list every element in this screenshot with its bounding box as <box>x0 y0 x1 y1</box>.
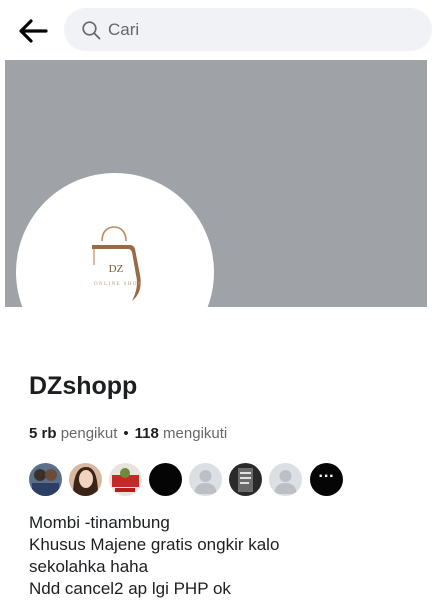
follower-avatar-4[interactable] <box>149 463 182 496</box>
follower-avatar-3[interactable] <box>109 463 142 496</box>
following-count: 118 <box>134 425 159 442</box>
follower-avatar-7[interactable] <box>269 463 302 496</box>
back-button[interactable] <box>16 16 50 46</box>
logo-tagline: ONLINE SHOP <box>93 282 143 287</box>
more-followers-button[interactable]: ··· <box>310 463 343 496</box>
search-input[interactable] <box>108 8 408 51</box>
search-bar[interactable] <box>64 8 432 51</box>
follower-avatar-2[interactable] <box>69 463 102 496</box>
bio-line: Khusus Majene gratis ongkir kalo <box>29 535 280 554</box>
following-link[interactable]: 118 mengikuti <box>135 425 228 442</box>
profile-stats: 5 rb pengikut • 118 mengikuti <box>29 425 227 442</box>
follower-avatar-5[interactable] <box>189 463 222 496</box>
followers-label: pengikut <box>60 425 118 442</box>
followers-count: 5 rb <box>29 425 57 442</box>
arrow-left-icon <box>19 19 48 43</box>
following-label: mengikuti <box>163 425 228 442</box>
bio-line: Mombi -tinambung <box>29 513 170 532</box>
followers-link[interactable]: 5 rb pengikut <box>29 425 117 442</box>
profile-bio: Mombi -tinambung Khusus Majene gratis on… <box>29 512 429 600</box>
more-dots-icon: ··· <box>318 467 335 485</box>
shop-logo-icon <box>92 226 141 301</box>
follower-avatar-1[interactable] <box>29 463 62 496</box>
search-icon <box>82 21 101 40</box>
bio-line: sekolahka haha <box>29 557 149 576</box>
follower-avatar-6[interactable] <box>229 463 262 496</box>
logo-initials: DZ <box>108 263 124 275</box>
profile-name: DZshopp <box>29 372 138 400</box>
bio-line: Ndd cancel2 ap lgi PHP ok <box>29 579 231 598</box>
top-bar <box>0 0 447 60</box>
stats-separator: • <box>123 425 129 442</box>
